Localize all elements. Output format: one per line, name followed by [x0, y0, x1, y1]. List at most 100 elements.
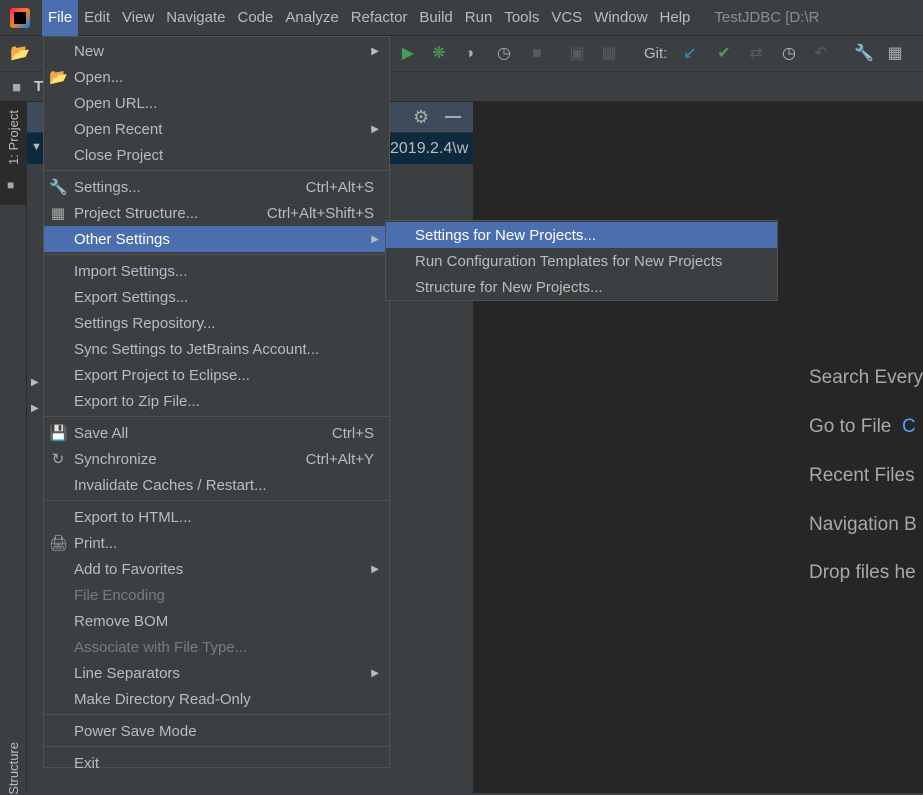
menu-item-exit[interactable]: Exit: [44, 750, 389, 776]
menu-item-label: Run Configuration Templates for New Proj…: [415, 252, 723, 270]
settings-wrench-icon[interactable]: 🔧: [854, 45, 874, 63]
menu-item-label: Make Directory Read-Only: [74, 690, 251, 708]
project-tab-label: 1: Project: [6, 110, 21, 165]
menu-refactor[interactable]: Refactor: [345, 0, 414, 36]
menu-item-settings-for-new-projects[interactable]: Settings for New Projects...: [386, 222, 777, 248]
menu-item-print[interactable]: 🖨 Print...: [44, 530, 389, 556]
project-tool-tab[interactable]: 1: Project ■: [0, 102, 27, 205]
menu-item-sync-settings-to-jetbrains-account[interactable]: Sync Settings to JetBrains Account...: [44, 336, 389, 362]
menu-item-make-directory-read-only[interactable]: Make Directory Read-Only: [44, 686, 389, 712]
project-structure-icon: ▦: [50, 205, 66, 222]
hint-recent-files: Recent Files: [809, 465, 915, 486]
menu-window[interactable]: Window: [588, 0, 653, 36]
submenu-arrow-icon: ▶: [371, 563, 379, 575]
menu-item-label: Open Recent: [74, 120, 163, 138]
menu-item-import-settings[interactable]: Import Settings...: [44, 258, 389, 284]
menu-item-label: Power Save Mode: [74, 722, 197, 740]
run-icon[interactable]: ▶: [399, 45, 417, 63]
file-menu-dropdown: New ▶ 📂 Open... Open URL... Open Recent ▶ Close…: [43, 36, 390, 772]
menu-analyze[interactable]: Analyze: [279, 0, 344, 36]
shortcut-label: Ctrl+Alt+Y: [305, 450, 374, 468]
open-folder-icon[interactable]: 📂: [10, 45, 30, 63]
debug-icon[interactable]: ❋: [430, 45, 448, 63]
hint-go-to-file: Go to File C: [809, 416, 916, 438]
expand-arrow-icon[interactable]: ▶: [31, 403, 39, 414]
menu-item-close-project[interactable]: Close Project: [44, 142, 389, 168]
menu-item-export-settings[interactable]: Export Settings...: [44, 284, 389, 310]
menu-item-synchronize[interactable]: ↻ Synchronize Ctrl+Alt+Y: [44, 446, 389, 472]
menu-item-label: Settings for New Projects...: [415, 226, 596, 244]
menu-item-settings[interactable]: 🔧 Settings... Ctrl+Alt+S: [44, 174, 389, 200]
menu-item-label: Add to Favorites: [74, 560, 184, 578]
minimize-icon[interactable]: [445, 116, 461, 118]
menu-navigate[interactable]: Navigate: [160, 0, 231, 36]
save-icon: 💾: [49, 425, 68, 442]
menu-item-remove-bom[interactable]: Remove BOM: [44, 608, 389, 634]
git-update-icon[interactable]: ↙: [681, 45, 699, 63]
menu-build[interactable]: Build: [413, 0, 458, 36]
stop-icon[interactable]: ■: [528, 45, 546, 63]
shortcut-text: C: [901, 416, 916, 437]
structure-tool-tab[interactable]: Structure: [6, 742, 21, 795]
menu-item-export-project-to-eclipse[interactable]: Export Project to Eclipse...: [44, 362, 389, 388]
hint-text: Go to File: [809, 416, 892, 437]
menu-item-label: Settings Repository...: [74, 314, 216, 332]
menu-item-new[interactable]: New ▶: [44, 38, 389, 64]
menu-item-label: Import Settings...: [74, 262, 188, 280]
rollback-icon[interactable]: ↶: [812, 45, 830, 63]
menu-item-other-settings[interactable]: Other Settings ▶: [44, 226, 389, 252]
menu-item-open[interactable]: 📂 Open...: [44, 64, 389, 90]
menu-item-save-all[interactable]: 💾 Save All Ctrl+S: [44, 420, 389, 446]
shortcut-label: Ctrl+S: [331, 424, 374, 442]
menu-item-label: Sync Settings to JetBrains Account...: [74, 340, 320, 358]
menu-item-structure-for-new-projects[interactable]: Structure for New Projects...: [386, 274, 777, 300]
menu-run[interactable]: Run: [459, 0, 499, 36]
build-artifact-icon[interactable]: ▦: [600, 45, 618, 63]
menu-item-run-configuration-templates-for-new-projects[interactable]: Run Configuration Templates for New Proj…: [386, 248, 777, 274]
gear-icon[interactable]: ⚙: [413, 107, 429, 128]
menu-item-line-separators[interactable]: Line Separators ▶: [44, 660, 389, 686]
menu-item-invalidate-caches-restart[interactable]: Invalidate Caches / Restart...: [44, 472, 389, 498]
menu-item-label: Remove BOM: [74, 612, 169, 630]
menu-item-label: Synchronize: [74, 450, 157, 468]
menu-item-export-to-html[interactable]: Export to HTML...: [44, 504, 389, 530]
attach-icon[interactable]: ▣: [568, 45, 586, 63]
coverage-icon[interactable]: ◗: [462, 45, 480, 63]
menu-item-label: Associate with File Type...: [74, 638, 248, 656]
menu-view[interactable]: View: [116, 0, 160, 36]
folder-icon: ■: [7, 178, 15, 192]
menu-item-open-recent[interactable]: Open Recent ▶: [44, 116, 389, 142]
menu-item-label: Export Settings...: [74, 288, 189, 306]
menu-vcs[interactable]: VCS: [545, 0, 588, 36]
git-merge-icon[interactable]: ⇄: [747, 45, 765, 63]
git-commit-icon[interactable]: ✔: [715, 45, 733, 63]
menu-item-label: Invalidate Caches / Restart...: [74, 476, 267, 494]
submenu-arrow-icon: ▶: [371, 123, 379, 135]
menu-edit[interactable]: Edit: [78, 0, 116, 36]
expand-arrow-icon[interactable]: ▶: [31, 377, 39, 388]
menu-item-project-structure[interactable]: ▦ Project Structure... Ctrl+Alt+Shift+S: [44, 200, 389, 226]
shortcut-label: Ctrl+Alt+Shift+S: [266, 204, 374, 222]
menu-item-settings-repository[interactable]: Settings Repository...: [44, 310, 389, 336]
menu-file[interactable]: File: [42, 0, 79, 36]
hint-navigation-bar: Navigation B: [809, 514, 917, 535]
collapse-arrow-icon[interactable]: ▼: [31, 141, 42, 153]
hint-drop-files: Drop files he: [809, 562, 916, 583]
menu-item-open-url[interactable]: Open URL...: [44, 90, 389, 116]
menu-code[interactable]: Code: [231, 0, 279, 36]
menu-item-label: Export Project to Eclipse...: [74, 366, 250, 384]
menu-item-power-save-mode[interactable]: Power Save Mode: [44, 718, 389, 744]
menu-tools[interactable]: Tools: [498, 0, 545, 36]
menu-item-export-to-zip-file[interactable]: Export to Zip File...: [44, 388, 389, 414]
sync-icon: ↻: [51, 451, 65, 468]
menu-item-add-to-favorites[interactable]: Add to Favorites ▶: [44, 556, 389, 582]
menu-help[interactable]: Help: [654, 0, 697, 36]
project-folder-icon: ■: [12, 79, 22, 96]
shortcut-label: Ctrl+Alt+S: [305, 178, 374, 196]
menu-item-label: Other Settings: [74, 230, 170, 248]
breadcrumb[interactable]: T: [34, 78, 43, 95]
profile-icon[interactable]: ◷: [495, 45, 513, 63]
history-icon[interactable]: ◷: [780, 45, 798, 63]
menu-item-associate-with-file-type: Associate with File Type...: [44, 634, 389, 660]
project-structure-icon[interactable]: ▦: [886, 45, 904, 63]
